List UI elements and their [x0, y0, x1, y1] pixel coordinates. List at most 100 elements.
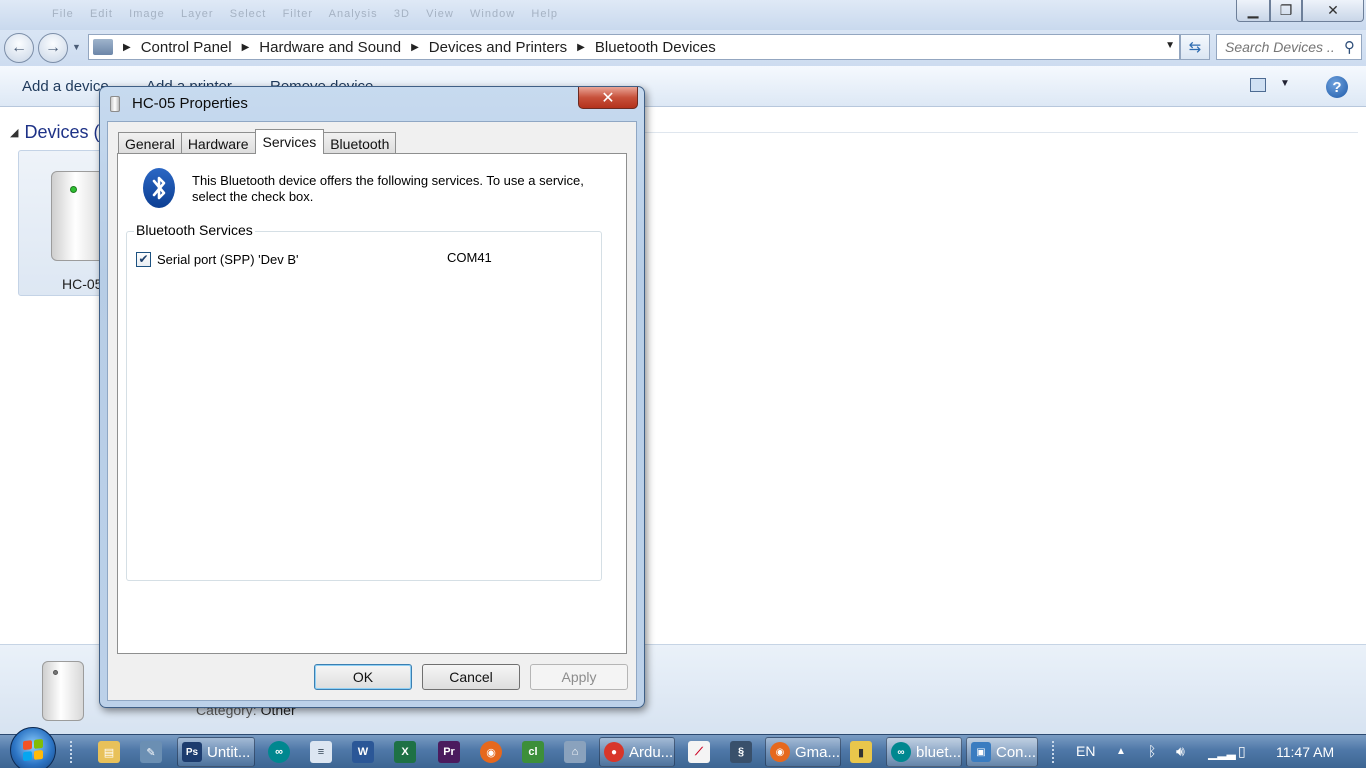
excel-icon[interactable]: X [394, 741, 416, 763]
ghost-menu-item: Image [129, 8, 165, 20]
background-menu-strip: File Edit Image Layer Select Filter Anal… [52, 8, 558, 20]
tab-general[interactable]: General [118, 132, 182, 154]
bluetooth-tray-icon[interactable]: ᛒ [1148, 743, 1156, 759]
ghost-menu-item: Filter [282, 8, 314, 20]
breadcrumb-label: Bluetooth Devices [594, 38, 716, 56]
breadcrumb-bluetooth-devices[interactable]: Bluetooth Devices [595, 39, 716, 56]
back-button[interactable]: ← [4, 33, 34, 63]
task-label: Untit... [207, 743, 251, 761]
forward-button[interactable]: → [38, 33, 68, 63]
service-name: Serial port (SPP) 'Dev B' [157, 251, 299, 267]
minimize-button[interactable]: ▁ [1236, 0, 1270, 22]
task-photoshop[interactable]: Ps Untit... [177, 737, 255, 767]
dialog-body: General Hardware Services Bluetooth This… [107, 121, 637, 701]
properties-dialog: HC-05 Properties ✕ General Hardware Serv… [99, 86, 645, 708]
task-label: bluet... [916, 743, 962, 761]
clock[interactable]: 11:47 AM [1276, 744, 1334, 760]
ghost-menu-item: Help [531, 8, 559, 20]
search-icon[interactable]: ⚲ [1344, 38, 1355, 56]
tab-hardware[interactable]: Hardware [180, 132, 256, 154]
tab-services[interactable]: Services [254, 129, 325, 154]
tab-bluetooth[interactable]: Bluetooth [323, 132, 397, 154]
help-icon[interactable]: ? [1326, 76, 1348, 98]
close-icon: ✕ [601, 89, 615, 107]
search-input[interactable] [1225, 39, 1335, 55]
language-indicator[interactable]: EN [1076, 743, 1095, 759]
task-control-panel[interactable]: ▣ Con... [966, 737, 1038, 767]
refresh-icon: ⇆ [1188, 39, 1202, 56]
service-checkbox[interactable]: ✔ [136, 251, 151, 267]
toolbar-grip[interactable] [70, 741, 74, 763]
breadcrumb-arrow-icon[interactable]: ▶ [242, 42, 250, 53]
refresh-button[interactable]: ⇆ [1180, 34, 1210, 60]
ghost-menu-item: Layer [180, 8, 214, 20]
ghost-menu-item: Window [470, 8, 516, 20]
volume-icon[interactable]: 🔊︎ [1176, 743, 1185, 760]
address-bar[interactable]: ▶ Control Panel ▶ Hardware and Sound ▶ Dev… [88, 34, 1180, 60]
change-view-button[interactable] [1250, 78, 1266, 92]
cancel-button[interactable]: Cancel [422, 664, 520, 690]
ghost-menu-item: Edit [89, 8, 113, 20]
sticky-note-icon[interactable]: ▮ [850, 741, 872, 763]
document-icon[interactable]: ≡ [310, 741, 332, 763]
breadcrumb-arrow-icon[interactable]: ▶ [411, 42, 419, 53]
devices-group-header[interactable]: ◢ Devices ( [10, 122, 99, 143]
pen-tool-icon[interactable]: ✎ [140, 741, 162, 763]
search-box[interactable]: ⚲ [1216, 34, 1362, 60]
firefox-icon: ◉ [770, 742, 790, 762]
task-arduino[interactable]: ∞ bluet... [886, 737, 962, 767]
ok-button[interactable]: OK [314, 664, 412, 690]
device-large-icon [42, 661, 84, 721]
add-device-button[interactable]: Add a device [22, 78, 109, 95]
tab-label: General [125, 135, 175, 152]
dialog-title-bar: HC-05 Properties [110, 95, 248, 112]
address-dropdown-button[interactable]: ▼ [1165, 40, 1175, 51]
address-row: ← → ▼ ▶ Control Panel ▶ Hardware and Soun… [0, 30, 1366, 66]
arduino-icon: ∞ [891, 742, 911, 762]
task-label: Con... [996, 743, 1037, 761]
breadcrumb-devices-and-printers[interactable]: Devices and Printers ▶ [429, 39, 595, 56]
arduino-icon[interactable]: ∞ [268, 741, 290, 763]
task-label: Ardu... [629, 743, 674, 761]
service-port: COM41 [447, 250, 492, 265]
restore-button[interactable]: ❐ [1270, 0, 1302, 22]
network-icon[interactable]: ▁▂▃ [1208, 746, 1236, 760]
graph-tool-icon[interactable]: ⟋ [688, 741, 710, 763]
collapse-triangle-icon[interactable]: ◢ [10, 126, 18, 139]
breadcrumb-hardware-and-sound[interactable]: Hardware and Sound ▶ [259, 39, 428, 56]
checkmark-icon: ✔ [138, 252, 149, 266]
cd-icon[interactable]: cl [522, 741, 544, 763]
breadcrumb-arrow-icon[interactable]: ▶ [577, 42, 585, 53]
device-label[interactable]: HC-05 [62, 276, 102, 292]
battery-icon[interactable]: ▯ [1238, 743, 1246, 760]
dialog-close-button[interactable]: ✕ [578, 87, 638, 109]
word-icon[interactable]: W [352, 741, 374, 763]
task-firefox[interactable]: ◉ Gma... [765, 737, 841, 767]
network-drive-icon[interactable]: ⌂ [564, 741, 586, 763]
arrow-right-icon: → [45, 39, 61, 56]
tray-grip [1052, 741, 1056, 763]
task-chrome[interactable]: ● Ardu... [599, 737, 675, 767]
ghost-menu-item: File [52, 8, 74, 20]
dialog-title: HC-05 Properties [132, 95, 248, 112]
start-button[interactable] [10, 727, 56, 768]
windows-logo-icon [23, 738, 43, 762]
show-hidden-icons-icon[interactable]: ▲ [1116, 746, 1126, 757]
device-led-icon [53, 670, 58, 675]
group-divider [644, 132, 1358, 133]
view-options-dropdown[interactable]: ▼ [1280, 78, 1290, 89]
device-tile-hc05[interactable] [18, 150, 108, 296]
window-close-button[interactable]: ✕ [1302, 0, 1364, 22]
premiere-icon[interactable]: Pr [438, 741, 460, 763]
firefox-icon[interactable]: ◉ [480, 741, 502, 763]
breadcrumb-control-panel[interactable]: Control Panel ▶ [141, 39, 260, 56]
minimize-icon: ▁ [1247, 2, 1259, 18]
settings-tool-icon[interactable]: § [730, 741, 752, 763]
folder-icon[interactable]: ▤ [98, 741, 120, 763]
tab-label: Hardware [187, 135, 249, 152]
group-title: Bluetooth Services [134, 222, 255, 238]
service-row: ✔ Serial port (SPP) 'Dev B' COM41 [136, 250, 596, 268]
chrome-icon: ● [604, 742, 624, 762]
recent-pages-dropdown[interactable]: ▼ [72, 42, 81, 52]
breadcrumb-label: Control Panel [140, 38, 232, 56]
